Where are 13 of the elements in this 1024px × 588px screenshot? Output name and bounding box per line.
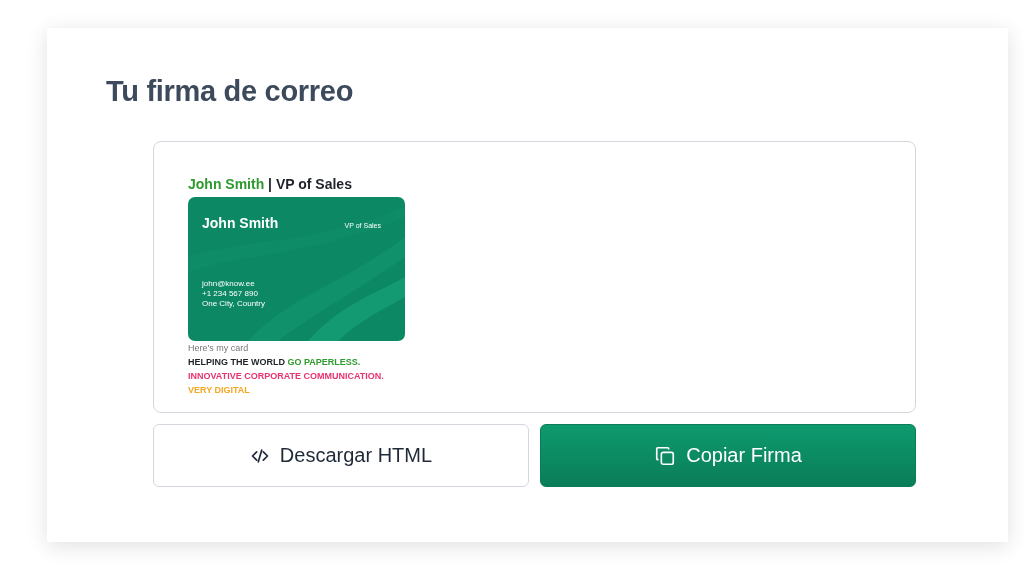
- tagline: HELPING THE WORLD GO PAPERLESS.: [188, 357, 362, 367]
- copy-icon: [654, 444, 677, 467]
- card-contact-line: One City, Country: [202, 299, 266, 309]
- section-title: Tu firma de correo: [106, 75, 355, 108]
- signature-heading: John Smith | VP of Sales: [188, 176, 353, 192]
- download-button[interactable]: Descargar HTML: [153, 424, 529, 487]
- tagline: VERY DIGITAL: [188, 385, 251, 395]
- card-contact-line: +1 234 567 890: [202, 289, 259, 299]
- card-contact-line: john@know.ee: [202, 279, 256, 289]
- tagline: INNOVATIVE CORPORATE COMMUNICATION.: [188, 371, 385, 381]
- card-caption: Here's my card: [188, 343, 250, 353]
- card-name: John Smith: [202, 215, 279, 231]
- copy-button[interactable]: Copiar Firma: [540, 424, 916, 487]
